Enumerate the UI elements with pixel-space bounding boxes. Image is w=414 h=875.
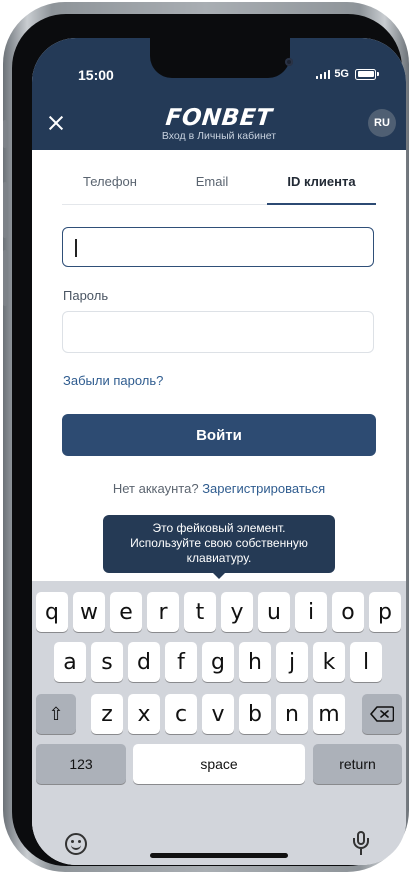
no-account-text: Нет аккаунта?	[112, 481, 199, 496]
forgot-password-link[interactable]: Забыли пароль?	[63, 373, 163, 388]
login-button[interactable]: Войти	[62, 414, 376, 456]
key-c[interactable]: c	[165, 694, 197, 734]
on-screen-keyboard: q w e r t y u i o p a s d f g h j k l ⇧	[32, 581, 406, 865]
login-method-tabs: Телефон Email ID клиента	[62, 150, 376, 205]
key-i[interactable]: i	[295, 592, 327, 632]
numbers-key[interactable]: 123	[36, 744, 126, 784]
key-p[interactable]: p	[369, 592, 401, 632]
key-r[interactable]: r	[147, 592, 179, 632]
key-u[interactable]: u	[258, 592, 290, 632]
return-key[interactable]: return	[313, 744, 402, 784]
key-w[interactable]: w	[73, 592, 105, 632]
key-z[interactable]: z	[91, 694, 123, 734]
status-time: 15:00	[78, 67, 114, 83]
app-header: 15:00 5G FONBET Вход в Личный кабинет RU	[32, 38, 406, 150]
key-g[interactable]: g	[202, 642, 234, 682]
key-k[interactable]: k	[313, 642, 345, 682]
space-key[interactable]: space	[133, 744, 305, 784]
tab-client-id[interactable]: ID клиента	[267, 174, 376, 205]
text-caret	[75, 239, 77, 257]
notch	[150, 38, 293, 78]
key-x[interactable]: x	[128, 694, 160, 734]
password-input[interactable]	[62, 311, 374, 353]
key-a[interactable]: a	[54, 642, 86, 682]
key-o[interactable]: o	[332, 592, 364, 632]
backspace-icon	[370, 706, 394, 722]
key-q[interactable]: q	[36, 592, 68, 632]
phone-screen: 15:00 5G FONBET Вход в Личный кабинет RU…	[32, 38, 406, 865]
key-f[interactable]: f	[165, 642, 197, 682]
status-indicators: 5G	[315, 68, 379, 80]
key-h[interactable]: h	[239, 642, 271, 682]
key-n[interactable]: n	[276, 694, 308, 734]
key-l[interactable]: l	[350, 642, 382, 682]
client-id-input[interactable]	[62, 227, 374, 267]
tooltip-line-2: Используйте свою собственную	[130, 536, 308, 550]
tooltip-line-1: Это фейковый элемент.	[152, 521, 286, 535]
key-m[interactable]: m	[313, 694, 345, 734]
register-link[interactable]: Зарегистрироваться	[202, 481, 325, 496]
battery-icon	[355, 68, 379, 80]
tooltip-line-3: клавиатуру.	[186, 551, 252, 565]
tab-phone[interactable]: Телефон	[62, 174, 158, 204]
camera-icon	[285, 58, 293, 66]
key-y[interactable]: y	[221, 592, 253, 632]
shift-key[interactable]: ⇧	[36, 694, 76, 734]
microphone-icon[interactable]	[352, 831, 370, 859]
network-label: 5G	[334, 68, 349, 80]
phone-frame: 15:00 5G FONBET Вход в Личный кабинет RU…	[3, 2, 409, 872]
phone-bezel: 15:00 5G FONBET Вход в Личный кабинет RU…	[12, 14, 406, 866]
key-t[interactable]: t	[184, 592, 216, 632]
volume-up-button	[3, 182, 7, 238]
password-label: Пароль	[63, 288, 109, 303]
home-indicator	[150, 853, 288, 858]
key-v[interactable]: v	[202, 694, 234, 734]
emoji-icon[interactable]	[65, 833, 87, 855]
signal-icon	[315, 69, 331, 79]
mute-switch	[3, 120, 7, 148]
key-b[interactable]: b	[239, 694, 271, 734]
language-button[interactable]: RU	[368, 109, 396, 137]
fake-keyboard-tooltip: Это фейковый элемент. Используйте свою с…	[103, 515, 335, 579]
key-e[interactable]: e	[110, 592, 142, 632]
volume-down-button	[3, 250, 7, 306]
key-j[interactable]: j	[276, 642, 308, 682]
register-row: Нет аккаунта? Зарегистрироваться	[32, 481, 406, 496]
app-bar: FONBET Вход в Личный кабинет RU	[32, 102, 406, 150]
page-subtitle: Вход в Личный кабинет	[161, 130, 277, 142]
shift-icon: ⇧	[48, 703, 64, 725]
key-d[interactable]: d	[128, 642, 160, 682]
tab-email[interactable]: Email	[158, 174, 266, 204]
fonbet-logo: FONBET	[164, 105, 274, 131]
key-s[interactable]: s	[91, 642, 123, 682]
delete-key[interactable]	[362, 694, 402, 734]
